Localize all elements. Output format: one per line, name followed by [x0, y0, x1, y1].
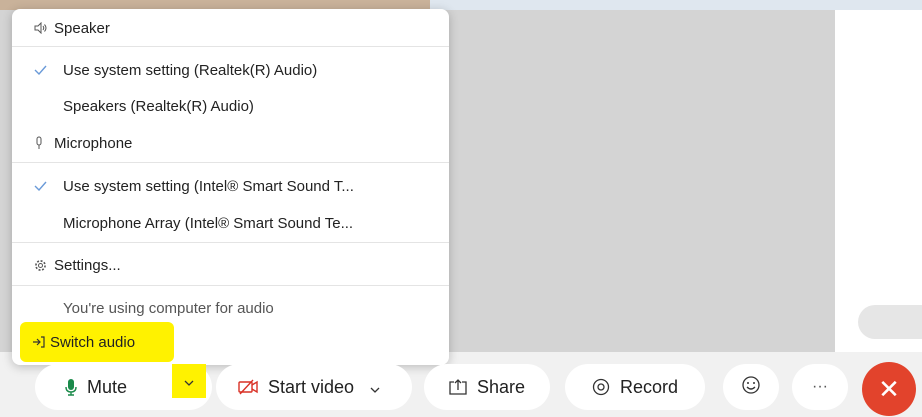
speaker-header: Speaker [12, 10, 449, 46]
speaker-option-label: Use system setting (Realtek(R) Audio) [63, 61, 318, 79]
more-button[interactable]: ··· [792, 364, 848, 410]
emoji-icon [741, 375, 761, 400]
side-panel [835, 10, 922, 352]
record-label: Record [619, 376, 679, 397]
mute-label: Mute [87, 376, 128, 397]
end-call-button[interactable]: ✕ [862, 362, 916, 416]
close-icon: ✕ [878, 373, 900, 404]
audio-menu: Speaker Use system setting (Realtek(R) A… [12, 9, 449, 365]
speaker-icon [34, 22, 54, 34]
settings-label: Settings... [54, 256, 121, 274]
microphone-icon [65, 378, 77, 396]
more-icon: ··· [812, 378, 828, 395]
divider [12, 46, 449, 47]
divider [12, 285, 449, 286]
reactions-button[interactable] [723, 364, 779, 410]
start-video-label: Start video [268, 376, 355, 397]
divider [12, 242, 449, 243]
switch-audio-label: Switch audio [50, 333, 136, 351]
video-off-icon [238, 379, 258, 395]
speaker-option-label: Speakers (Realtek(R) Audio) [63, 97, 254, 115]
microphone-header: Microphone [12, 125, 449, 161]
speaker-header-label: Speaker [54, 19, 110, 37]
microphone-option-array[interactable]: Microphone Array (Intel® Smart Sound Te.… [12, 205, 449, 241]
record-button[interactable]: Record [565, 364, 705, 410]
check-icon [34, 181, 54, 191]
settings-item[interactable]: Settings... [12, 247, 449, 283]
share-button[interactable]: Share [424, 364, 550, 410]
gear-icon [34, 259, 54, 272]
microphone-option-label: Use system setting (Intel® Smart Sound T… [63, 177, 354, 195]
microphone-option-system[interactable]: Use system setting (Intel® Smart Sound T… [12, 168, 449, 204]
audio-status-text: You're using computer for audio [12, 290, 449, 326]
record-icon [592, 378, 610, 396]
microphone-header-label: Microphone [54, 134, 133, 152]
start-video-button[interactable]: Start video [216, 364, 412, 410]
share-icon [449, 379, 467, 395]
audio-status-label: You're using computer for audio [63, 299, 274, 317]
switch-audio-icon [32, 336, 50, 348]
speaker-option-realtek[interactable]: Speakers (Realtek(R) Audio) [12, 88, 449, 124]
audio-options-dropdown[interactable] [172, 364, 206, 398]
check-icon [34, 65, 54, 75]
microphone-icon [34, 136, 54, 150]
share-label: Share [476, 376, 526, 397]
divider [12, 162, 449, 163]
side-pill [858, 305, 922, 339]
switch-audio-item[interactable]: Switch audio [12, 324, 182, 360]
microphone-option-label: Microphone Array (Intel® Smart Sound Te.… [63, 214, 354, 232]
chevron-down-icon [184, 374, 194, 389]
speaker-option-system[interactable]: Use system setting (Realtek(R) Audio) [12, 52, 449, 88]
chevron-down-icon[interactable] [370, 377, 380, 398]
